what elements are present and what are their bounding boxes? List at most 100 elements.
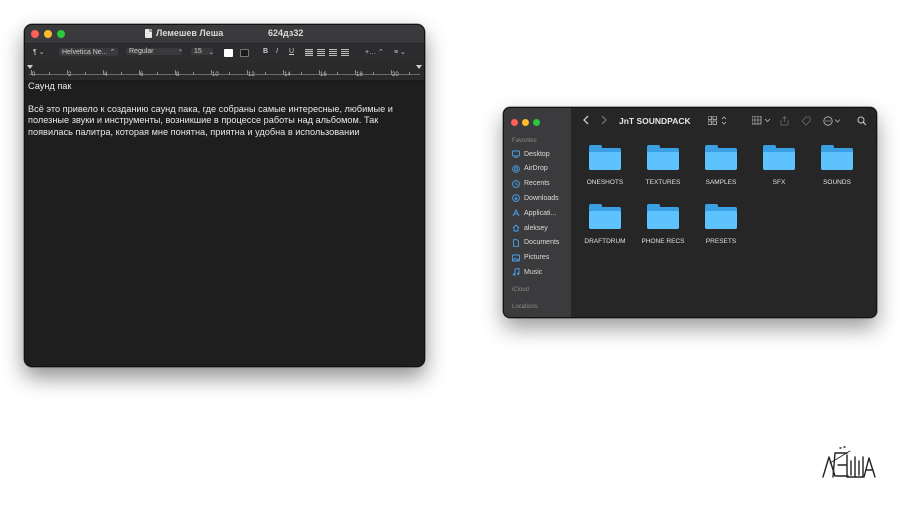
finder-window-title: JnT SOUNDPACK [619, 116, 691, 126]
applications-icon [512, 209, 520, 217]
ruler[interactable]: 0 2 4 6 8 10 12 14 16 18 20 [25, 62, 424, 81]
align-right-icon[interactable] [329, 49, 337, 56]
ruler-tick [85, 72, 86, 75]
align-left-icon[interactable] [305, 49, 313, 56]
folder-item[interactable]: ONESHOTS [583, 145, 627, 186]
font-family-select[interactable]: Helvetica Ne... ⌃ [59, 48, 119, 56]
ruler-tick [211, 70, 212, 75]
ruler-tick [247, 70, 248, 75]
ruler-tick [139, 70, 140, 75]
ruler-label: 14 [284, 72, 291, 78]
document-title-text: Лемешев Леша [156, 28, 224, 38]
download-icon [512, 194, 520, 203]
finder-toolbar: JnT SOUNDPACK [571, 108, 876, 134]
more-actions-icon[interactable] [823, 116, 843, 126]
search-icon[interactable] [857, 116, 867, 126]
forward-chevron-icon[interactable] [601, 115, 607, 125]
document-body[interactable]: Саунд пак Всё это привело к созданию сау… [28, 81, 418, 138]
ruler-tick [67, 70, 68, 75]
format-toolbar: ¶ ⌄ Helvetica Ne... ⌃ Regular ⌃ 15 ⌄ B I… [25, 43, 424, 62]
sidebar-item-label: Applicati... [524, 209, 557, 217]
window-controls [511, 119, 540, 126]
document-subtitle: 624дз32 [268, 28, 304, 38]
ruler-tick [157, 72, 158, 75]
textedit-window: Лемешев Леша 624дз32 ¶ ⌄ Helvetica Ne...… [24, 24, 425, 367]
folder-item[interactable]: SFX [757, 145, 801, 186]
align-center-icon[interactable] [317, 49, 325, 56]
sidebar-item-pictures[interactable]: Pictures [512, 252, 549, 264]
folder-item[interactable]: DRAFTDRUM [583, 204, 627, 245]
font-style-select[interactable]: Regular [126, 48, 182, 55]
sidebar-item-aleksey[interactable]: aleksey [512, 222, 548, 234]
font-style-chevron-icon[interactable]: ⌃ [178, 49, 183, 56]
minimize-window-button[interactable] [522, 119, 529, 126]
ruler-label: 12 [248, 72, 255, 78]
folder-icon [705, 204, 737, 229]
ruler-label: 0 [32, 72, 36, 78]
ruler-label: 2 [68, 72, 72, 78]
sidebar-header-icloud[interactable]: iCloud [512, 287, 529, 293]
folder-item[interactable]: SAMPLES [699, 145, 743, 186]
folder-icon [589, 204, 621, 229]
folder-icon [763, 145, 795, 170]
group-by-grid-icon[interactable] [752, 116, 772, 125]
minimize-window-button[interactable] [44, 30, 52, 38]
sidebar-item-label: Downloads [524, 194, 559, 202]
ruler-label: 16 [320, 72, 327, 78]
right-indent-marker[interactable] [416, 65, 422, 69]
ruler-tick [283, 70, 284, 75]
airdrop-icon [512, 164, 520, 173]
tag-icon[interactable] [801, 116, 811, 126]
folder-label: TEXTURES [645, 179, 681, 186]
left-indent-marker[interactable] [27, 65, 33, 69]
sidebar-item-downloads[interactable]: Downloads [512, 192, 559, 204]
sidebar-item-label: Recents [524, 180, 550, 188]
sidebar-header-favorites: Favorites [512, 138, 537, 144]
folder-item[interactable]: SOUNDS [815, 145, 859, 186]
sidebar-item-applicati[interactable]: Applicati... [512, 207, 556, 219]
underline-button[interactable]: U [289, 48, 294, 55]
align-justify-icon[interactable] [341, 49, 349, 56]
folder-icon [647, 145, 679, 170]
line-spacing-select[interactable]: +… ⌃ [365, 48, 384, 56]
sidebar-item-music[interactable]: Music [512, 266, 542, 278]
list-style-select[interactable]: ≡ ⌄ [394, 48, 406, 56]
ruler-tick [355, 70, 356, 75]
zoom-window-button[interactable] [533, 119, 540, 126]
bold-button[interactable]: B [263, 48, 268, 55]
close-window-button[interactable] [31, 30, 39, 38]
zoom-window-button[interactable] [57, 30, 65, 38]
icon-view-grid-icon[interactable] [708, 116, 728, 125]
share-icon[interactable] [780, 116, 789, 126]
folder-label: SAMPLES [705, 179, 737, 186]
close-window-button[interactable] [511, 119, 518, 126]
paragraph-style-button[interactable]: ¶ ⌄ [33, 48, 45, 56]
folder-item[interactable]: PRESETS [699, 204, 743, 245]
ruler-label: 6 [140, 72, 144, 78]
sidebar-item-airdrop[interactable]: AirDrop [512, 163, 548, 175]
window-controls [31, 30, 65, 38]
font-size-chevron-icon[interactable]: ⌄ [209, 49, 214, 56]
folder-item[interactable]: PHONE RECS [641, 204, 685, 245]
italic-button[interactable]: I [276, 48, 278, 55]
sidebar-header-locations[interactable]: Locations [512, 304, 538, 310]
folder-icon [647, 204, 679, 229]
ruler-label: 20 [392, 72, 399, 78]
folder-item[interactable]: TEXTURES [641, 145, 685, 186]
background-color-swatch[interactable] [240, 49, 249, 57]
ruler-tick [265, 72, 266, 75]
ruler-tick [31, 70, 32, 75]
ruler-tick [373, 72, 374, 75]
sidebar-item-label: Pictures [524, 254, 550, 262]
folder-label: SFX [772, 179, 786, 186]
ruler-label: 10 [212, 72, 219, 78]
text-color-swatch[interactable] [224, 49, 233, 57]
textedit-titlebar: Лемешев Леша 624дз32 [25, 25, 424, 43]
clock-icon [512, 179, 520, 188]
back-chevron-icon[interactable] [583, 115, 589, 125]
sidebar-item-documents[interactable]: Documents [512, 237, 559, 249]
sidebar-item-recents[interactable]: Recents [512, 178, 550, 190]
sidebar-item-desktop[interactable]: Desktop [512, 148, 550, 160]
ruler-tick [49, 72, 50, 75]
folder-label: PHONE RECS [641, 238, 685, 245]
